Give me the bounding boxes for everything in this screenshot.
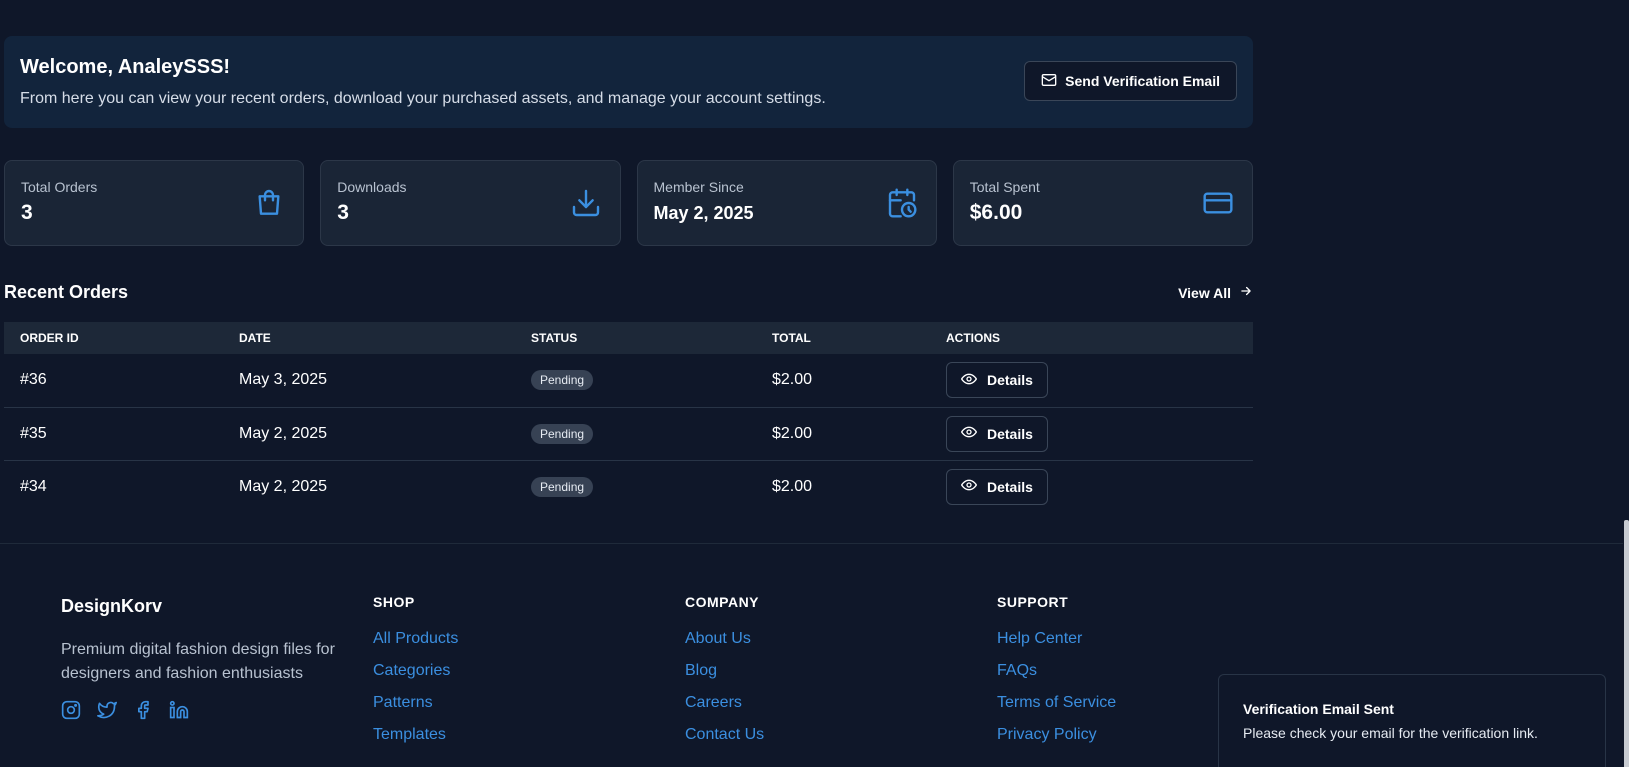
order-date: May 3, 2025 [239,371,328,389]
footer-link-blog[interactable]: Blog [685,662,764,680]
stat-value: 3 [337,201,349,224]
table-header-row: ORDER ID DATE STATUS TOTAL ACTIONS [4,322,1253,354]
footer-link-about-us[interactable]: About Us [685,630,764,648]
table-row: #34 May 2, 2025 Pending $2.00 Details [4,460,1253,513]
social-links [61,700,189,720]
column-header: ACTIONS [946,331,1000,345]
footer-heading: COMPANY [685,594,760,610]
mail-icon [1041,72,1057,91]
welcome-banner: Welcome, AnaleySSS! From here you can vi… [4,36,1253,128]
order-date: May 2, 2025 [239,477,328,495]
stat-label: Total Orders [21,179,98,195]
status-badge: Pending [531,423,594,444]
welcome-title: Welcome, AnaleySSS! [20,56,231,78]
stat-value: May 2, 2025 [653,203,754,223]
view-all-label: View All [1178,284,1231,301]
welcome-subtitle: From here you can view your recent order… [20,90,826,107]
order-total: $2.00 [772,424,813,442]
send-verification-email-button[interactable]: Send Verification Email [1024,61,1237,101]
stat-label: Member Since [653,179,744,195]
column-header: DATE [239,331,271,345]
status-badge: Pending [531,476,594,497]
order-total: $2.00 [772,477,813,495]
details-label: Details [987,425,1033,442]
stat-label: Downloads [337,179,407,195]
footer-link-contact-us[interactable]: Contact Us [685,726,764,744]
footer-link-faqs[interactable]: FAQs [997,662,1116,680]
footer-link-help-center[interactable]: Help Center [997,630,1116,648]
details-button[interactable]: Details [946,415,1048,452]
recent-orders-table: ORDER ID DATE STATUS TOTAL ACTIONS #36 M… [4,322,1253,513]
stat-downloads: Downloads 3 [320,160,621,246]
eye-icon [960,371,978,390]
footer-link-all-products[interactable]: All Products [373,630,458,648]
footer-company-column: COMPANY About Us Blog Careers Contact Us [685,594,764,758]
facebook-icon[interactable] [133,700,153,720]
download-icon [570,187,602,219]
table-row: #35 May 2, 2025 Pending $2.00 Details [4,407,1253,460]
order-id: #36 [20,371,47,389]
recent-orders-title: Recent Orders [4,282,129,302]
eye-icon [960,477,978,496]
stat-total-spent: Total Spent $6.00 [952,160,1253,246]
footer-support-column: SUPPORT Help Center FAQs Terms of Servic… [997,594,1116,758]
credit-card-icon [1202,187,1234,219]
linkedin-icon[interactable] [169,700,189,720]
column-header: STATUS [531,331,578,345]
toast-message: Please check your email for the verifica… [1243,725,1538,741]
verify-button-label: Send Verification Email [1065,73,1220,89]
stat-member-since: Member Since May 2, 2025 [636,160,937,246]
footer-brand: DesignKorv [61,596,163,616]
column-header: ORDER ID [20,331,79,345]
footer-link-categories[interactable]: Categories [373,662,458,680]
stats-row: Total Orders 3 Downloads 3 Member Since … [4,160,1253,246]
stat-value: 3 [21,201,33,224]
instagram-icon[interactable] [61,700,81,720]
order-date: May 2, 2025 [239,424,328,442]
table-row: #36 May 3, 2025 Pending $2.00 Details [4,354,1253,407]
details-button[interactable]: Details [946,468,1048,505]
footer-heading: SUPPORT [997,594,1069,610]
toast-title: Verification Email Sent [1243,701,1394,717]
footer-tagline: Premium digital fashion design files for… [61,641,335,682]
recent-orders-header: Recent Orders View All [4,280,1253,310]
details-label: Details [987,478,1033,495]
eye-icon [960,424,978,443]
arrow-right-icon [1239,284,1253,301]
order-id: #35 [20,424,47,442]
status-badge: Pending [531,370,594,391]
stat-label: Total Spent [969,179,1040,195]
footer-heading: SHOP [373,594,415,610]
footer-link-careers[interactable]: Careers [685,694,764,712]
scrollbar-thumb[interactable] [1624,520,1629,767]
footer-link-patterns[interactable]: Patterns [373,694,458,712]
footer-shop-column: SHOP All Products Categories Patterns Te… [373,594,458,758]
footer-link-privacy-policy[interactable]: Privacy Policy [997,726,1116,744]
twitter-icon[interactable] [97,700,117,720]
shopping-bag-icon [253,187,285,219]
details-button[interactable]: Details [946,362,1048,399]
page-scrollbar[interactable] [1623,0,1629,767]
calendar-clock-icon [886,187,918,219]
order-total: $2.00 [772,371,813,389]
order-id: #34 [20,477,47,495]
column-header: TOTAL [772,331,811,345]
footer-link-terms-of-service[interactable]: Terms of Service [997,694,1116,712]
verification-toast[interactable]: Verification Email Sent Please check you… [1218,674,1606,767]
details-label: Details [987,372,1033,389]
view-all-link[interactable]: View All [1178,284,1253,301]
stat-total-orders: Total Orders 3 [4,160,305,246]
stat-value: $6.00 [969,201,1023,224]
footer-link-templates[interactable]: Templates [373,726,458,744]
